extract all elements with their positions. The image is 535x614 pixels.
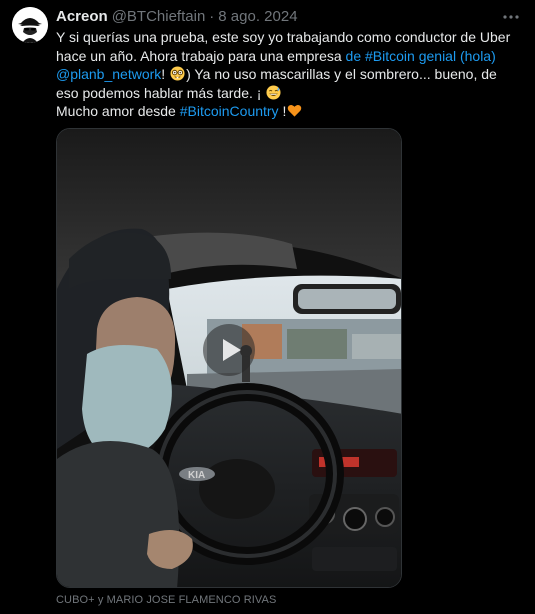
link-planb-network[interactable]: @planb_network bbox=[56, 66, 161, 82]
more-options-icon bbox=[503, 15, 519, 19]
play-icon bbox=[223, 339, 241, 361]
tweet-date[interactable]: 8 ago. 2024 bbox=[218, 7, 297, 27]
header-separator: · bbox=[209, 8, 215, 25]
video-play-button[interactable] bbox=[203, 324, 255, 376]
author-avatar[interactable] bbox=[12, 7, 48, 43]
video-player[interactable]: KIA bbox=[56, 128, 402, 588]
svg-text:KIA: KIA bbox=[188, 470, 205, 481]
author-handle[interactable]: @BTChieftain bbox=[112, 7, 206, 27]
tweet-header: Acreon @BTChieftain · 8 ago. 2024 bbox=[56, 7, 495, 27]
link-bitcoin-country[interactable]: #BitcoinCountry bbox=[180, 103, 279, 119]
detective-hat-avatar-icon bbox=[12, 7, 48, 43]
media-credit: CUBO+ y MARIO JOSE FLAMENCO RIVAS bbox=[56, 594, 277, 606]
grinning-sweat-emoji bbox=[266, 84, 281, 100]
tweet[interactable]: Acreon @BTChieftain · 8 ago. 2024 Y si q… bbox=[0, 0, 535, 614]
more-options-button[interactable] bbox=[501, 7, 521, 27]
orange-heart-emoji bbox=[288, 104, 302, 117]
nerd-face-emoji bbox=[170, 66, 185, 81]
tweet-text: Y si querías una prueba, este soy yo tra… bbox=[56, 28, 516, 121]
link-bitcoin-genial[interactable]: de #Bitcoin genial (hola) bbox=[346, 48, 496, 64]
tweet-text-love-suffix: ! bbox=[278, 103, 287, 119]
author-display-name[interactable]: Acreon bbox=[56, 7, 108, 27]
tweet-text-love-prefix: Mucho amor desde bbox=[56, 103, 180, 119]
tweet-text-exclaim: ! bbox=[161, 66, 170, 82]
